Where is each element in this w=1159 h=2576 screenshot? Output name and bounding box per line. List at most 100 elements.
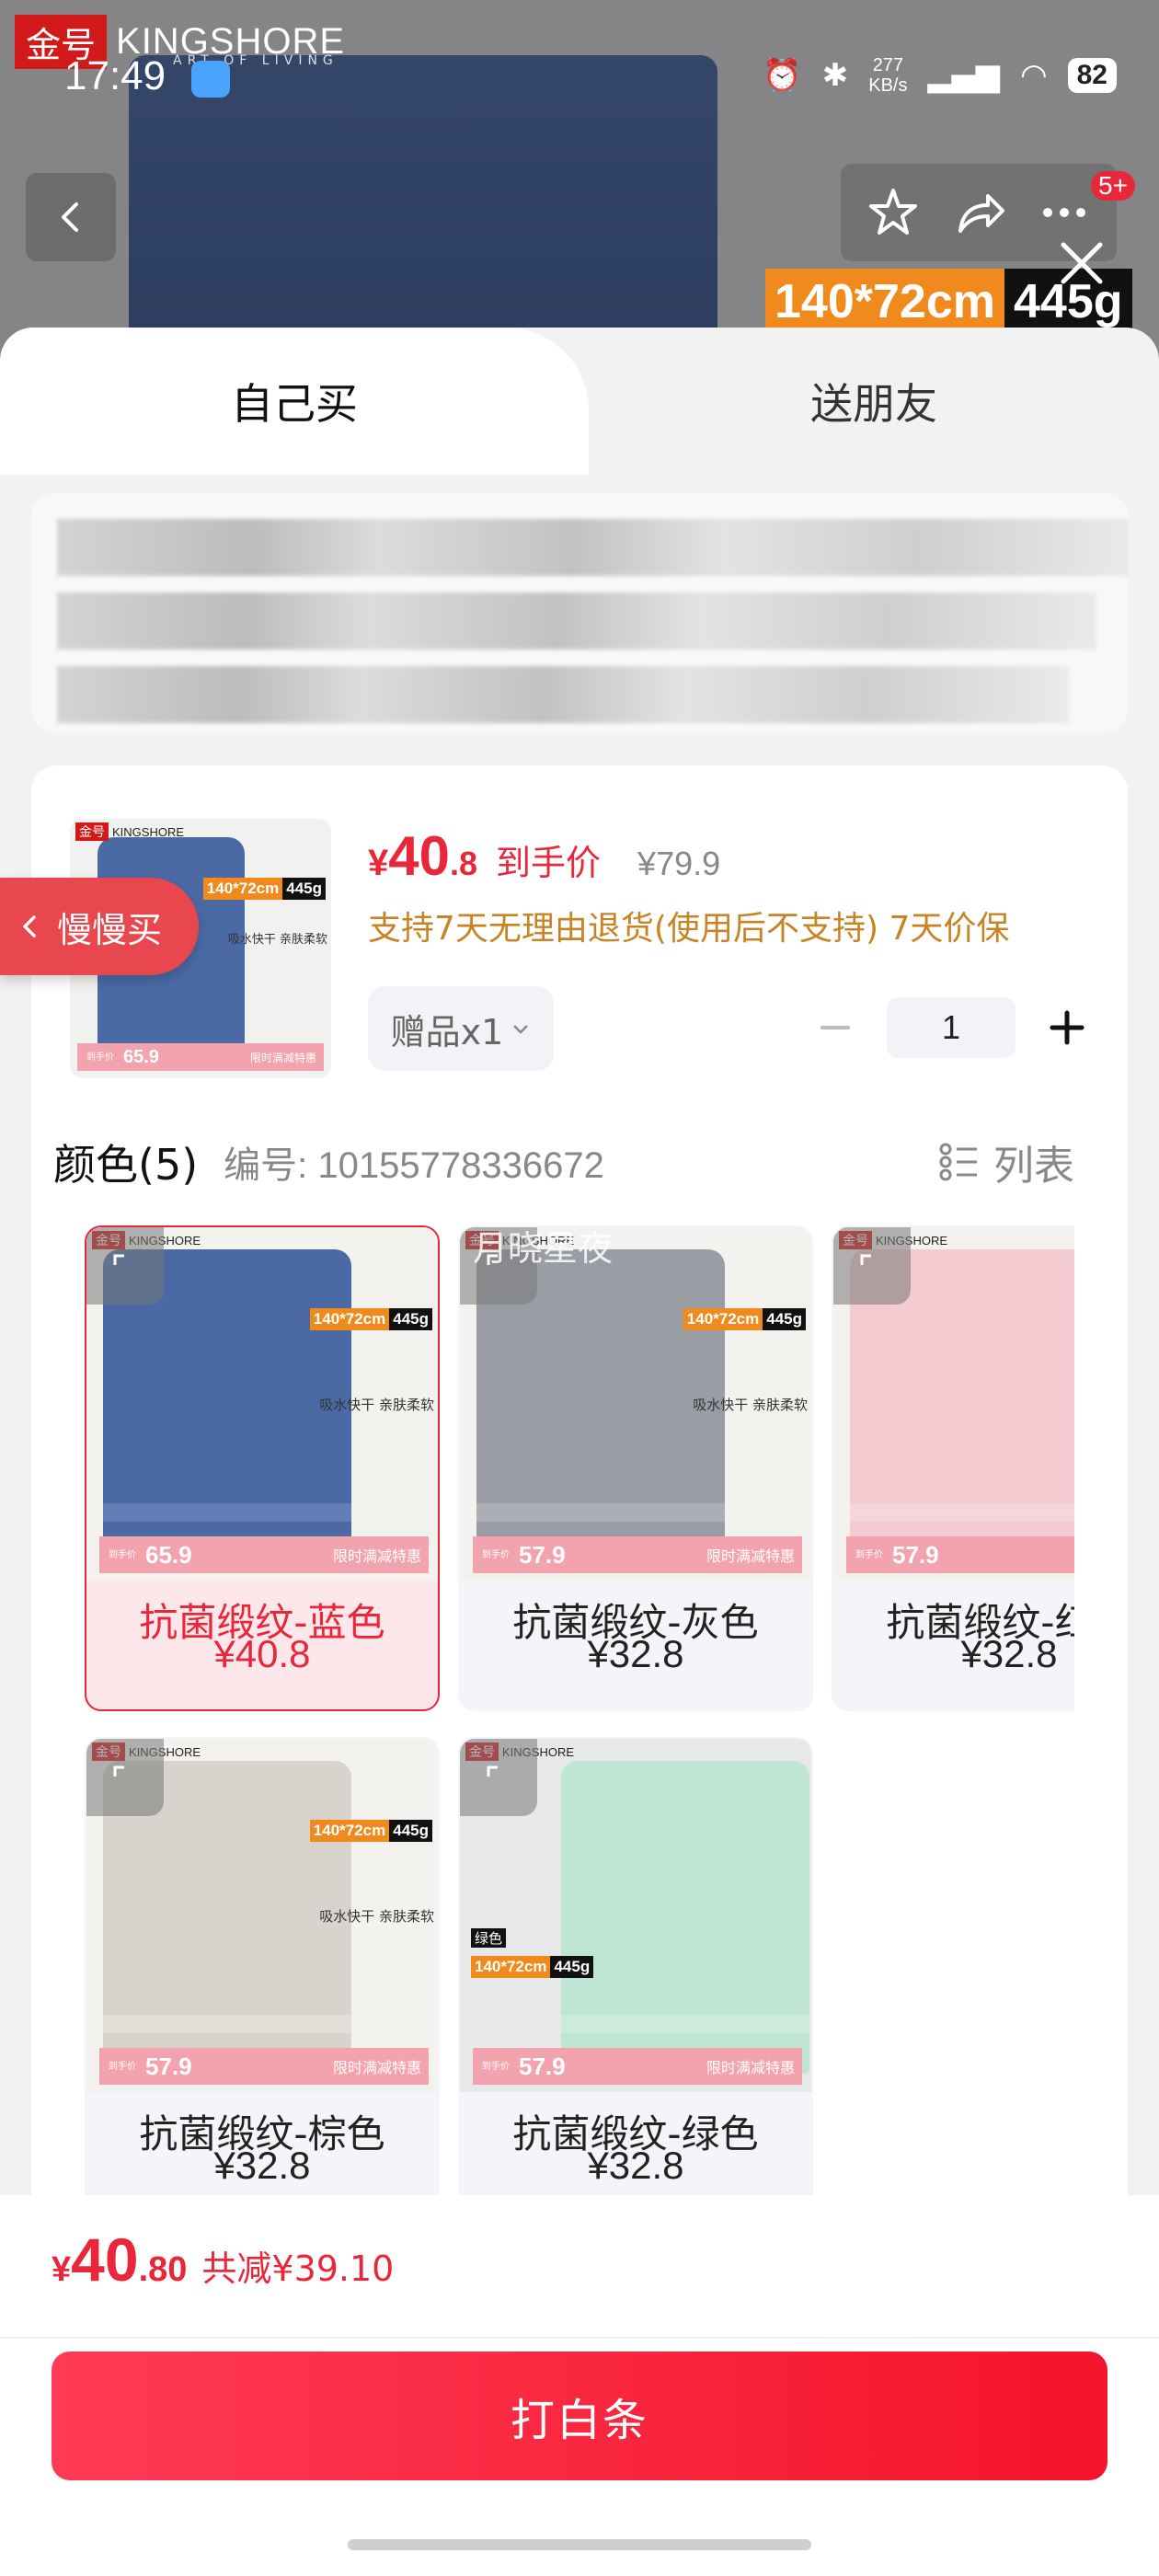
price-row: ¥40.8 到手价 ¥79.9 bbox=[368, 824, 720, 888]
chevron-left-icon bbox=[62, 202, 78, 232]
net-speed: 277 KB/s bbox=[868, 55, 908, 96]
expand-icon bbox=[860, 1254, 871, 1265]
address-card[interactable] bbox=[31, 493, 1128, 732]
mini-logo: 金号KINGSHORE bbox=[75, 822, 184, 841]
cart-badge: 5+ bbox=[1091, 171, 1135, 201]
tab-send-friend[interactable]: 送朋友 bbox=[589, 328, 1159, 475]
expand-icon bbox=[113, 1765, 124, 1777]
signal-icon: ▂▄▆ bbox=[927, 57, 1000, 94]
share-icon[interactable] bbox=[951, 185, 1006, 240]
quantity-stepper: 1 bbox=[809, 997, 1093, 1058]
watermark: 月晓星夜 bbox=[473, 1228, 614, 1269]
promo-bar: 到手价 65.9 限时满减特惠 bbox=[99, 1536, 429, 1573]
size-chip: 140*72cm 445g bbox=[683, 1308, 806, 1330]
towel-stripe bbox=[103, 1503, 351, 1522]
home-indicator[interactable] bbox=[348, 2539, 811, 2550]
list-view-toggle[interactable]: 列表 bbox=[938, 1133, 1074, 1191]
final-price: ¥40.8 bbox=[368, 825, 478, 887]
status-icons: ⏰ ✱ 277 KB/s ▂▄▆ ◠ 82 bbox=[763, 55, 1117, 96]
more-icon[interactable] bbox=[1037, 185, 1092, 240]
spec-size: 140*72cm bbox=[765, 269, 1004, 335]
feature-text: 吸水快干 亲肤柔软 bbox=[693, 1397, 808, 1413]
chevron-left-icon bbox=[23, 915, 36, 937]
color-variant-red[interactable]: 金号KINGSHORE 到手价57.9 抗菌缎纹-红色 ¥32.8 bbox=[832, 1225, 1074, 1711]
variant-price: ¥32.8 bbox=[587, 2144, 684, 2187]
gift-label: 赠品x1 bbox=[390, 1011, 504, 1052]
variant-price: ¥32.8 bbox=[213, 2144, 311, 2187]
variant-image: 金号KINGSHORE 140*72cm445g 吸水快干 亲肤柔软 到手价65… bbox=[86, 1227, 438, 1581]
variant-image: 金号KINGSHORE 140*72cm445g 绿色 到手价57.9限时满减特… bbox=[460, 1739, 811, 2092]
total-savings: 共减¥39.10 bbox=[201, 2248, 395, 2289]
variant-image: 金号KINGSHORE 140*72cm445g 吸水快干 亲肤柔软 到手价57… bbox=[86, 1739, 438, 2092]
feature-text: 吸水快干 亲肤柔软 bbox=[319, 1908, 434, 1925]
original-price: ¥79.9 bbox=[637, 845, 721, 882]
zoom-button[interactable] bbox=[86, 1227, 164, 1305]
sku-number: 编号: 10155778336672 bbox=[224, 1145, 604, 1186]
minus-icon bbox=[820, 1026, 850, 1029]
bottom-action-bar: ¥40.80 共减¥39.10 打白条 bbox=[0, 2195, 1159, 2576]
zoom-button[interactable] bbox=[833, 1227, 911, 1305]
slow-buy-label: 慢慢买 bbox=[57, 909, 163, 950]
total-price: ¥40.80 共减¥39.10 bbox=[52, 2225, 394, 2294]
promo-bar: 到手价 57.9 限时满减特惠 bbox=[473, 1536, 802, 1573]
color-variant-blue[interactable]: 金号KINGSHORE 140*72cm445g 吸水快干 亲肤柔软 到手价65… bbox=[85, 1225, 440, 1711]
return-policy: 支持7天无理由退货(使用后不支持) 7天价保 bbox=[368, 910, 1010, 948]
list-label: 列表 bbox=[993, 1143, 1074, 1190]
alarm-icon: ⏰ bbox=[763, 57, 802, 94]
back-button[interactable] bbox=[26, 173, 116, 261]
quantity-input[interactable]: 1 bbox=[887, 997, 1016, 1058]
divider bbox=[0, 2337, 1159, 2339]
tab-buy-self[interactable]: 自己买 bbox=[0, 328, 589, 475]
color-title: 颜色(5) bbox=[53, 1140, 199, 1190]
color-variant-grid: 金号KINGSHORE 140*72cm445g 吸水快干 亲肤柔软 到手价65… bbox=[85, 1225, 1074, 2210]
close-icon[interactable] bbox=[1054, 236, 1109, 291]
zoom-button[interactable] bbox=[86, 1739, 164, 1816]
star-icon[interactable] bbox=[866, 185, 921, 240]
mini-promo-bar: 到手价 65.9 限时满减特惠 bbox=[77, 1043, 324, 1071]
baitiao-pay-button[interactable]: 打白条 bbox=[52, 2352, 1107, 2480]
weather-icon bbox=[191, 61, 230, 98]
quantity-plus-button[interactable] bbox=[1041, 1002, 1093, 1053]
slow-buy-button[interactable]: 慢慢买 bbox=[0, 878, 199, 975]
towel-stripe bbox=[561, 2015, 809, 2033]
variant-price: ¥32.8 bbox=[960, 1632, 1058, 1675]
plus-icon bbox=[1050, 1010, 1084, 1045]
variant-price: ¥40.8 bbox=[213, 1632, 311, 1675]
towel-stripe bbox=[850, 1503, 1074, 1522]
status-time: 17:49 bbox=[64, 53, 166, 98]
color-variant-green[interactable]: 金号KINGSHORE 140*72cm445g 绿色 到手价57.9限时满减特… bbox=[458, 1737, 813, 2210]
zoom-button[interactable] bbox=[460, 1739, 537, 1816]
list-icon bbox=[939, 1143, 977, 1181]
bluetooth-icon: ✱ bbox=[821, 57, 849, 94]
color-variant-brown[interactable]: 金号KINGSHORE 140*72cm445g 吸水快干 亲肤柔软 到手价57… bbox=[85, 1737, 440, 2210]
address-line bbox=[57, 592, 1096, 650]
promo-bar: 到手价 57.9 限时满减特惠 bbox=[473, 2048, 802, 2085]
address-line bbox=[57, 666, 1069, 723]
promo-bar: 到手价 57.9 限时满减特惠 bbox=[99, 2048, 429, 2085]
battery-level: 82 bbox=[1067, 58, 1117, 93]
total-amount: ¥40.80 bbox=[52, 2225, 188, 2294]
towel-stripe bbox=[476, 1503, 725, 1522]
wifi-icon: ◠ bbox=[1019, 57, 1048, 94]
size-chip: 140*72cm 445g bbox=[309, 1308, 432, 1330]
variant-image: 金号KINGSHORE 到手价57.9 bbox=[833, 1227, 1074, 1581]
color-variant-gray[interactable]: 金号KINGSHORE 140*72cm445g 吸水快干 亲肤柔软 到手价57… bbox=[458, 1225, 813, 1711]
quantity-minus-button[interactable] bbox=[809, 1002, 861, 1053]
chevron-down-icon bbox=[513, 1025, 529, 1034]
gift-selector[interactable]: 赠品x1 bbox=[368, 986, 554, 1071]
towel-stripe bbox=[103, 2015, 351, 2033]
expand-icon bbox=[487, 1765, 498, 1777]
size-chip: 140*72cm 445g bbox=[471, 1956, 594, 1978]
variant-price: ¥32.8 bbox=[587, 1632, 684, 1675]
mini-feature-text: 吸水快干 亲肤柔软 bbox=[227, 933, 327, 947]
feature-text: 吸水快干 亲肤柔软 bbox=[319, 1397, 434, 1413]
size-chip: 140*72cm 445g bbox=[309, 1820, 432, 1842]
promo-bar: 到手价 57.9 bbox=[846, 1536, 1074, 1573]
price-tag: 到手价 bbox=[496, 843, 602, 883]
variant-image: 金号KINGSHORE 140*72cm445g 吸水快干 亲肤柔软 到手价57… bbox=[460, 1227, 811, 1581]
green-tag: 绿色 bbox=[471, 1928, 507, 1948]
expand-icon bbox=[113, 1254, 124, 1265]
color-section-header: 颜色(5) 编号: 10155778336672 列表 bbox=[53, 1130, 1074, 1194]
address-line bbox=[57, 519, 1128, 576]
mini-size-chip: 140*72cm 445g bbox=[202, 878, 326, 900]
